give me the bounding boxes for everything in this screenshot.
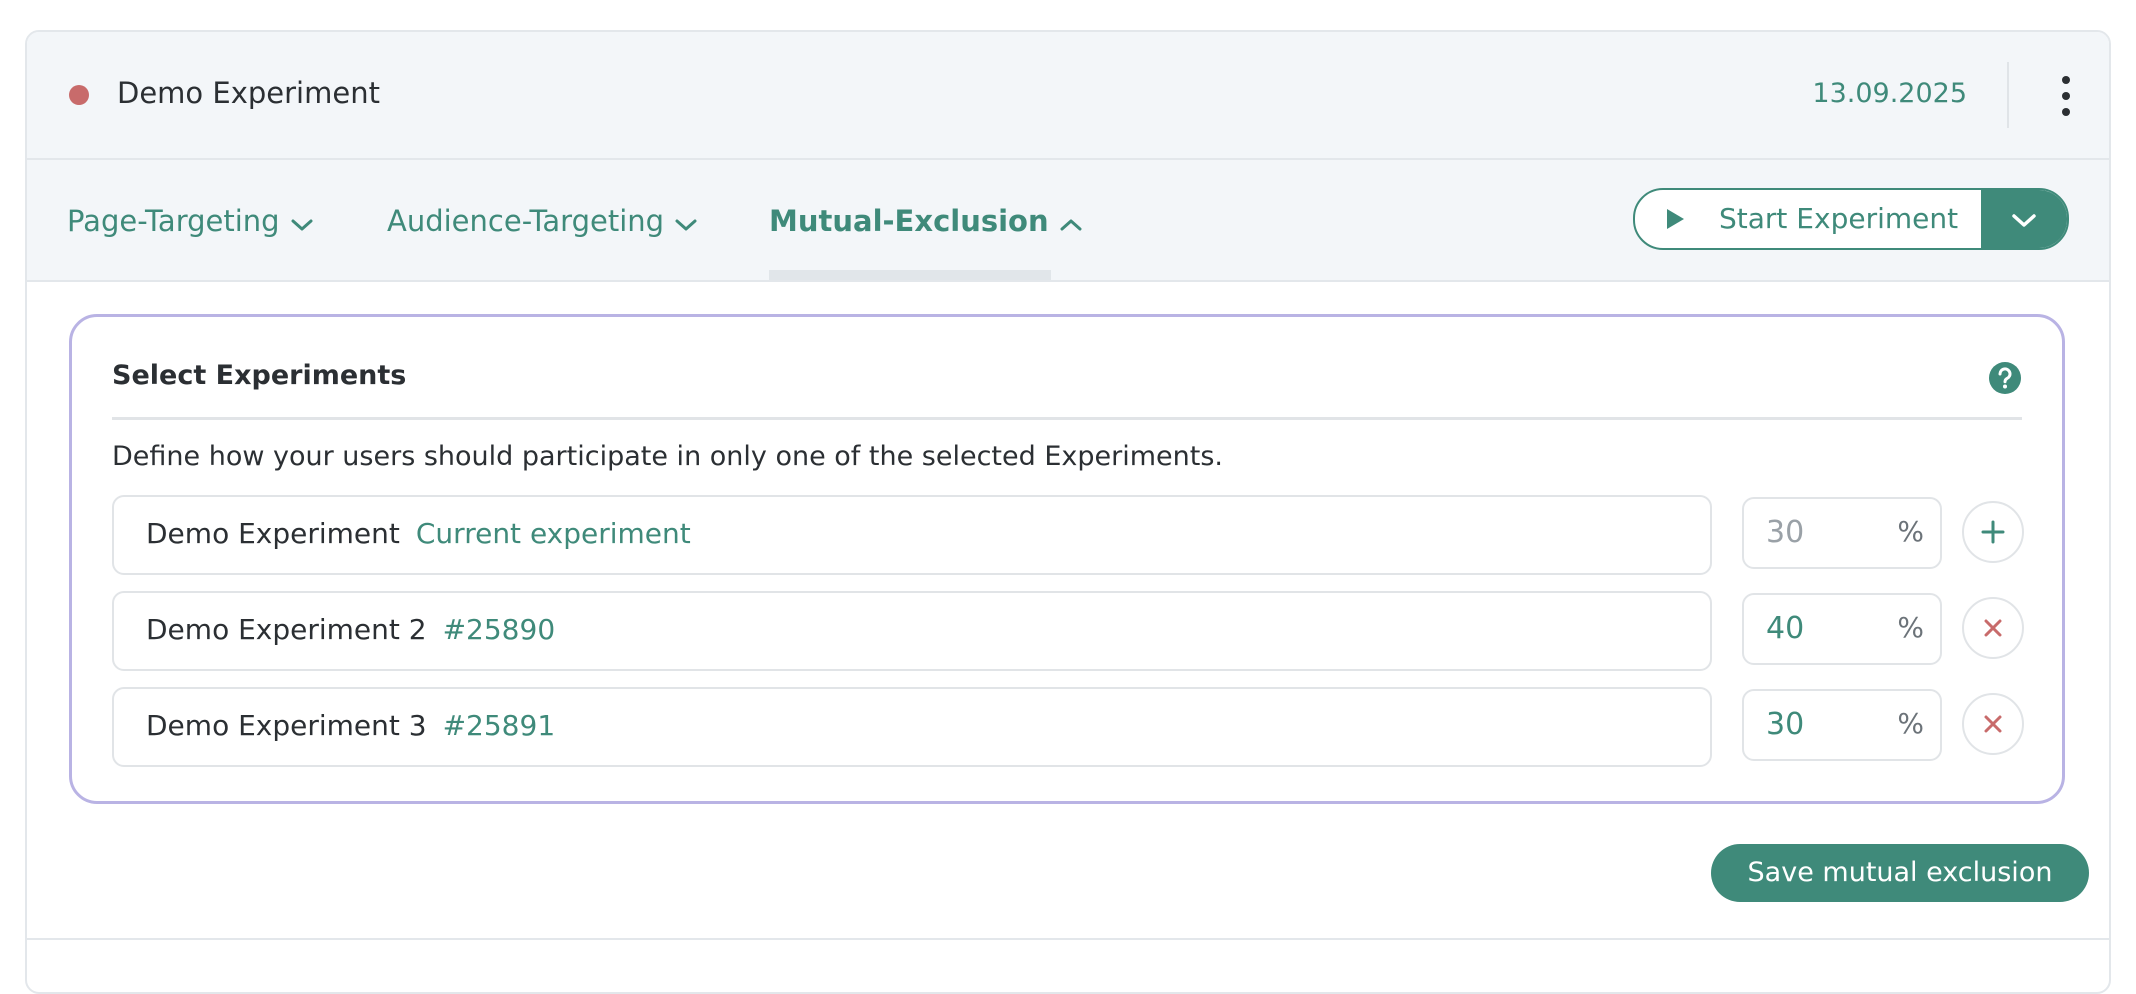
kebab-menu-icon[interactable] [2061,76,2071,116]
add-experiment-button[interactable] [1962,501,2024,563]
percent-input[interactable] [1766,609,1866,647]
experiment-row: Demo Experiment 2 #25890 % [112,591,2024,671]
experiment-tag: #25890 [442,613,556,646]
panel-description: Define how your users should participate… [112,441,1223,472]
panel-title: Select Experiments [112,360,407,391]
percent-unit: % [1897,611,1924,644]
experiment-name: Demo Experiment 3 [146,709,427,742]
tab-label: Audience-Targeting [387,204,665,238]
experiment-tag: Current experiment [415,517,691,550]
tab-audience-targeting[interactable]: Audience-Targeting [387,204,698,240]
experiment-header: Demo Experiment 13.09.2025 [27,32,2109,160]
percent-input[interactable] [1766,705,1866,743]
percent-field: % [1742,497,1942,569]
percent-input[interactable] [1766,513,1866,551]
remove-experiment-button[interactable] [1962,597,2024,659]
chevron-down-icon [674,206,698,240]
experiment-name: Demo Experiment [146,517,400,550]
experiment-name: Demo Experiment 2 [146,613,427,646]
experiment-select[interactable]: Demo Experiment 2 #25890 [112,591,1712,671]
card-divider [27,938,2109,940]
active-tab-indicator [769,270,1051,280]
percent-field: % [1742,689,1942,761]
experiment-row: Demo Experiment 3 #25891 % [112,687,2024,767]
panel-divider [112,417,2022,420]
remove-experiment-button[interactable] [1962,693,2024,755]
experiment-select[interactable]: Demo Experiment Current experiment [112,495,1712,575]
experiment-card: Demo Experiment 13.09.2025 Page-Targetin… [25,30,2111,994]
experiment-row: Demo Experiment Current experiment % [112,495,2024,575]
tab-page-targeting[interactable]: Page-Targeting [67,204,314,240]
close-icon [1984,715,2002,733]
start-experiment-label: Start Experiment [1719,202,1959,235]
tab-label: Mutual-Exclusion [769,204,1049,238]
experiment-tag: #25891 [442,709,556,742]
experiment-date: 13.09.2025 [1812,78,1967,109]
experiment-title: Demo Experiment [117,76,380,110]
percent-field: % [1742,593,1942,665]
save-mutual-exclusion-button[interactable]: Save mutual exclusion [1711,844,2089,902]
plus-icon [1981,520,2005,544]
select-experiments-panel: Select Experiments Define how your users… [69,314,2065,804]
start-experiment-split-button: Start Experiment [1633,188,2069,250]
status-indicator [69,85,89,105]
chevron-down-icon [2012,214,2036,227]
percent-unit: % [1897,707,1924,740]
play-icon [1665,208,1685,234]
chevron-down-icon [290,206,314,240]
help-icon[interactable] [1988,361,2022,395]
targeting-nav: Page-Targeting Audience-Targeting Mutual… [27,160,2109,282]
tab-mutual-exclusion[interactable]: Mutual-Exclusion [769,204,1083,240]
experiment-select[interactable]: Demo Experiment 3 #25891 [112,687,1712,767]
start-experiment-button[interactable]: Start Experiment [1635,190,1981,248]
chevron-up-icon [1059,206,1083,240]
close-icon [1984,619,2002,637]
tab-label: Page-Targeting [67,204,280,238]
header-divider [2007,62,2009,128]
start-options-dropdown[interactable] [1981,190,2067,248]
percent-unit: % [1897,515,1924,548]
